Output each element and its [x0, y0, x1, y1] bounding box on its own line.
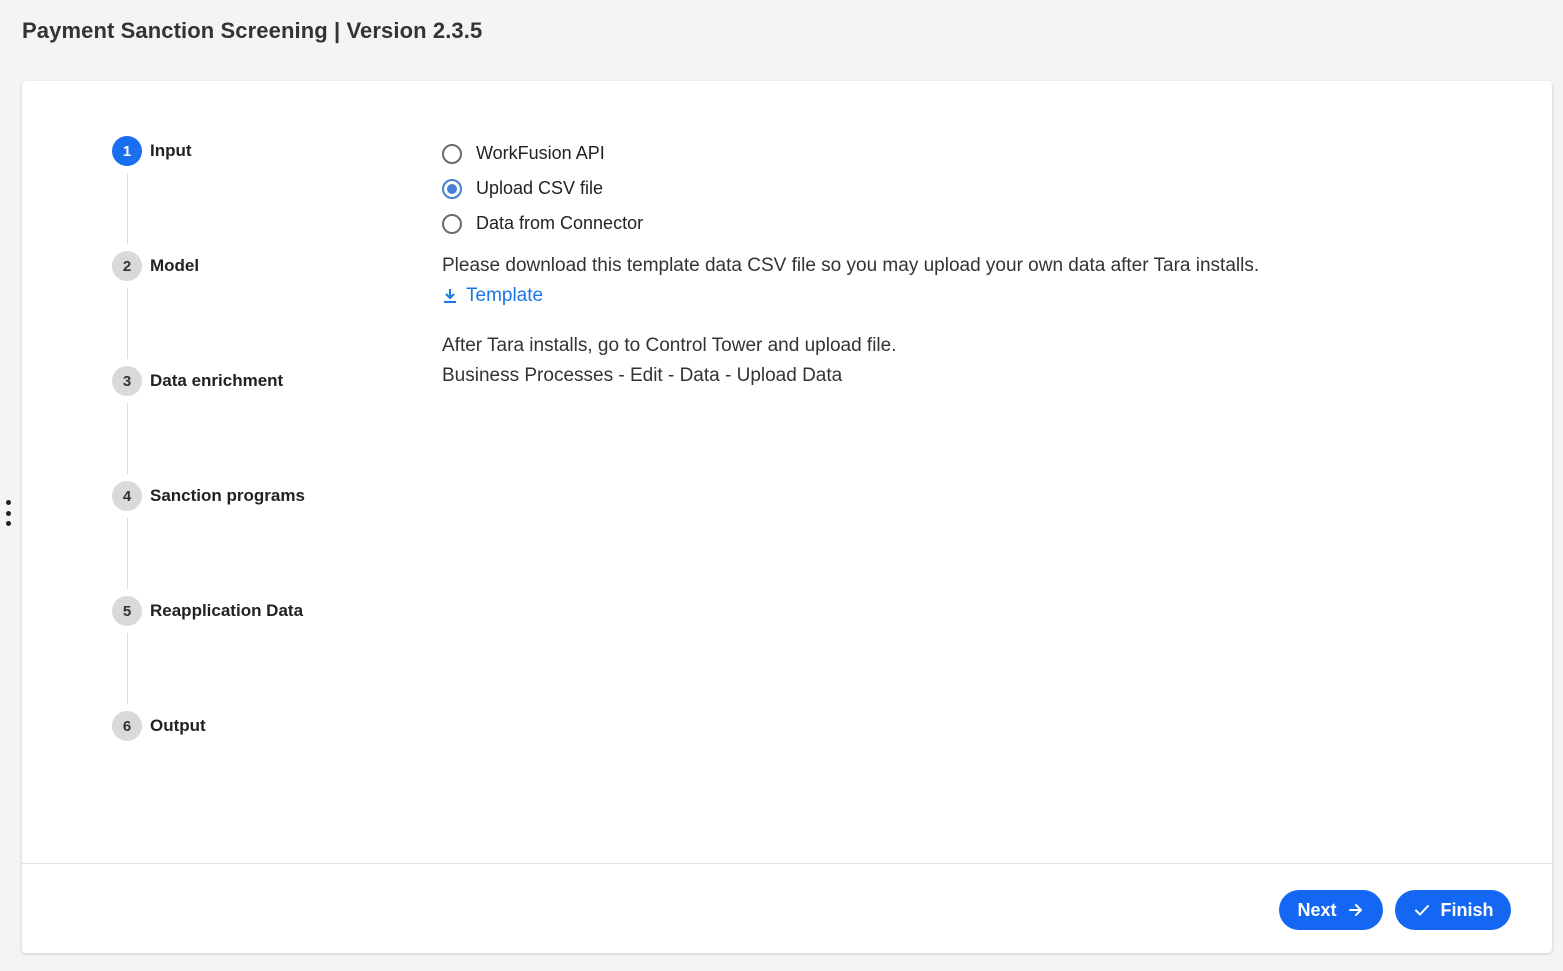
radio-label: Data from Connector	[476, 213, 644, 233]
step-label: Sanction programs	[150, 486, 305, 505]
radio-button[interactable]	[442, 143, 462, 164]
step-model[interactable]: 2 Model	[112, 251, 199, 281]
download-icon	[444, 289, 456, 303]
radio-option-workfusion-api[interactable]: WorkFusion API	[442, 136, 1492, 171]
next-button-label: Next	[1297, 899, 1337, 920]
template-link-label: Template	[466, 285, 544, 306]
radio-button-checked[interactable]	[442, 178, 462, 199]
step-number: 1	[112, 136, 142, 166]
next-button[interactable]: Next	[1279, 890, 1383, 930]
step-input[interactable]: 1 Input	[112, 136, 192, 166]
step-label: Reapplication Data	[150, 601, 304, 620]
step-connector	[127, 173, 128, 244]
step-label: Model	[150, 256, 200, 275]
step-connector	[127, 403, 128, 474]
step-label: Output	[150, 716, 206, 735]
step-sanction-programs[interactable]: 4 Sanction programs	[112, 481, 305, 511]
more-vertical-icon[interactable]	[4, 500, 12, 526]
radio-option-upload-csv[interactable]: Upload CSV file	[442, 171, 1492, 206]
step-data-enrichment[interactable]: 3 Data enrichment	[112, 366, 283, 396]
step-label: Input	[150, 141, 192, 160]
radio-label: WorkFusion API	[476, 143, 605, 163]
upload-instructions-line: After Tara installs, go to Control Tower…	[442, 335, 897, 356]
step-number: 4	[112, 481, 142, 511]
step-connector	[127, 518, 128, 589]
page-title: Payment Sanction Screening | Version 2.3…	[22, 18, 483, 43]
upload-instructions: After Tara installs, go to Control Tower…	[442, 331, 1492, 391]
step-number: 5	[112, 596, 142, 626]
radio-button[interactable]	[442, 213, 462, 234]
download-instructions: Please download this template data CSV f…	[442, 255, 1260, 276]
step-label: Data enrichment	[150, 371, 284, 390]
input-source-radio-group: WorkFusion API Upload CSV file Data from…	[442, 136, 1492, 241]
step-reapplication-data[interactable]: 5 Reapplication Data	[112, 596, 303, 626]
step-number: 3	[112, 366, 142, 396]
footer-divider	[22, 863, 1552, 864]
radio-label: Upload CSV file	[476, 178, 604, 198]
step-connector	[127, 633, 128, 704]
check-icon	[1414, 905, 1429, 916]
step-content: WorkFusion API Upload CSV file Data from…	[442, 136, 1492, 391]
radio-option-data-from-connector[interactable]: Data from Connector	[442, 206, 1492, 241]
step-number: 6	[112, 711, 142, 741]
upload-path-line: Business Processes - Edit - Data - Uploa…	[442, 365, 843, 386]
finish-button-label: Finish	[1440, 899, 1494, 920]
step-output[interactable]: 6 Output	[112, 711, 206, 741]
arrow-right-icon	[1348, 904, 1362, 916]
template-download-link[interactable]: Template	[442, 281, 543, 311]
finish-button[interactable]: Finish	[1395, 890, 1511, 930]
step-number: 2	[112, 251, 142, 281]
step-connector	[127, 288, 128, 359]
wizard-card: 1 Input 2 Model 3 Data enrichment 4 Sanc…	[22, 81, 1552, 953]
